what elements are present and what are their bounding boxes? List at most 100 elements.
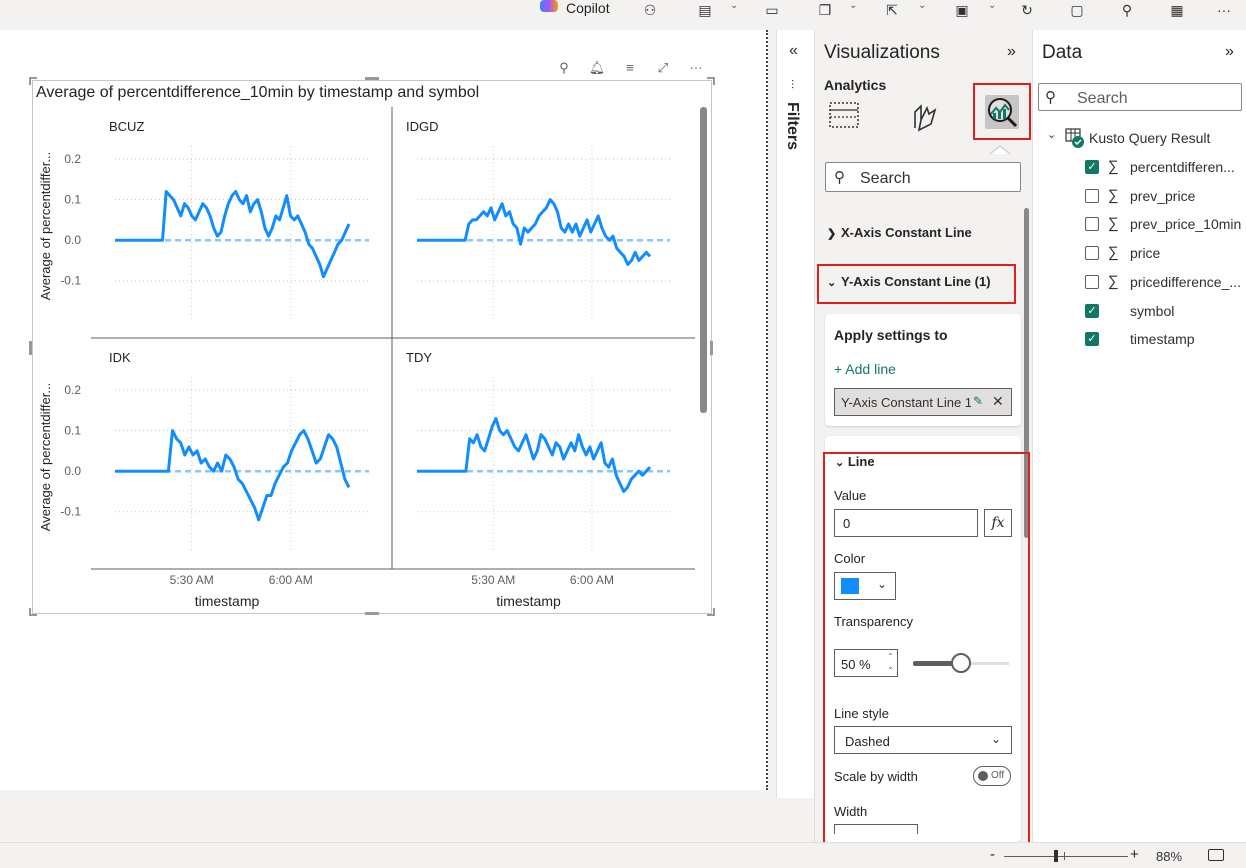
field-item[interactable]: ✓ timestamp [1085, 329, 1246, 351]
search-icon: ⚲ [834, 169, 845, 186]
constant-line-chip[interactable]: Y-Axis Constant Line 1 ✎ ✕ [834, 388, 1012, 416]
zoom-out-button[interactable]: - [990, 846, 995, 863]
line-section-highlight [823, 452, 1030, 844]
y-tick-label: 0.1 [64, 193, 81, 207]
checkbox-checked[interactable]: ✓ [1085, 303, 1099, 318]
sigma-icon: ∑ [1108, 272, 1119, 290]
filters-label[interactable]: Filters [783, 102, 801, 150]
x-tick-label: 6:00 AM [269, 573, 313, 587]
zoom-slider-thumb[interactable] [1054, 850, 1058, 862]
filter-funnel-icon: ⫶ [791, 78, 795, 92]
resize-handle[interactable] [710, 341, 713, 355]
copy-icon[interactable]: ❐ [815, 0, 835, 20]
y-tick-label: -0.1 [60, 505, 81, 519]
line-chart-visual[interactable]: BCUZ 0.2 0.1 0.0 -0.1 Average of percentdiffe… [32, 80, 712, 614]
selected-tab-pointer-icon [990, 145, 1010, 155]
resize-handle[interactable] [707, 608, 715, 616]
panel-title: IDK [109, 350, 131, 365]
zoom-percentage: 88% [1156, 849, 1183, 864]
field-item[interactable]: ✓ ∑ percentdifferen... [1085, 157, 1246, 179]
field-item[interactable]: ∑ prev_price_10min [1085, 214, 1246, 236]
pin-icon[interactable]: ⚲ [555, 59, 573, 77]
field-item[interactable]: ∑ prev_price [1085, 186, 1246, 208]
notes-icon[interactable]: ▭ [762, 0, 782, 20]
status-bar: - + 88% [0, 842, 1246, 868]
canvas-footer [0, 790, 776, 840]
sigma-icon: ∑ [1108, 244, 1119, 262]
share-icon[interactable]: ⇱ [882, 0, 902, 20]
checkbox[interactable] [1085, 217, 1099, 232]
series-line-idk [115, 429, 351, 522]
resize-handle[interactable] [365, 77, 379, 80]
checkbox-checked[interactable]: ✓ [1085, 332, 1099, 347]
sigma-icon: ∑ [1108, 158, 1119, 175]
visualizations-title: Visualizations [824, 42, 940, 63]
more-icon[interactable]: ··· [1214, 0, 1234, 20]
x-axis-label: timestamp [195, 593, 260, 609]
binoculars-icon[interactable]: ⚇ [640, 0, 660, 20]
fit-to-page-icon[interactable] [1208, 849, 1224, 861]
top-toolbar: Copilot ⚇ ▤ ⌄ ▭ ❐ ⌄ ⇱ ⌄ ▣ ⌄ ↻ ▢ ⚲ ▦ ··· [0, 0, 1246, 30]
analytics-tab[interactable] [985, 95, 1019, 129]
series-line-bcuz [115, 190, 351, 279]
save-icon[interactable]: ▢ [1067, 0, 1087, 20]
resize-handle[interactable] [365, 612, 379, 615]
y-tick-label: 0.1 [64, 424, 81, 438]
close-icon[interactable]: ✕ [992, 393, 1004, 410]
apply-settings-card: Apply settings to + Add line Y-Axis Cons… [825, 314, 1021, 426]
build-visual-icon[interactable] [825, 98, 865, 138]
field-label: symbol [1130, 302, 1175, 319]
copilot-button[interactable]: Copilot [566, 0, 610, 16]
x-axis-constant-line-section[interactable]: ❯ X-Axis Constant Line [827, 225, 972, 240]
expand-icon[interactable]: » [1225, 43, 1234, 61]
y-tick-label: 0.0 [64, 233, 81, 247]
chevron-down-icon[interactable]: ⌄ [918, 0, 926, 11]
chevron-right-icon: ❯ [827, 228, 837, 240]
resize-handle[interactable] [29, 341, 32, 355]
refresh-icon[interactable]: ↻ [1017, 0, 1037, 20]
checkbox[interactable] [1085, 188, 1099, 203]
checkbox-checked[interactable]: ✓ [1085, 160, 1099, 174]
bell-icon[interactable]: 🔔︎ [588, 59, 606, 77]
focus-mode-icon[interactable]: ⤢ [654, 59, 672, 77]
chevron-down-icon[interactable]: ⌄ [730, 0, 738, 11]
more-options-icon[interactable]: ··· [687, 59, 705, 77]
copilot-icon[interactable] [540, 0, 558, 12]
resize-handle[interactable] [29, 608, 37, 616]
data-search-input[interactable]: ⚲ Search [1038, 83, 1242, 111]
chevron-down-icon[interactable]: ⌄ [849, 0, 857, 11]
x-axis-label: timestamp [496, 593, 561, 609]
visual-scrollbar [700, 107, 707, 413]
y-axis-constant-line-section[interactable]: ⌄ Y-Axis Constant Line (1) [827, 274, 991, 289]
filter-icon[interactable]: ≡ [621, 59, 639, 77]
checkbox[interactable] [1085, 274, 1099, 289]
x-tick-label: 6:00 AM [570, 573, 614, 587]
data-pane: Data » ⚲ Search ⌄ Kusto Query Result ✓ ∑ p… [1032, 30, 1246, 842]
comment-icon[interactable]: ▤ [695, 0, 715, 20]
visualizations-search-input[interactable]: ⚲ Search [825, 162, 1021, 192]
filters-pane-collapsed[interactable]: « ⫶ Filters [776, 30, 814, 798]
y-axis-label: Average of percentdiffer... [38, 152, 53, 300]
teams-icon[interactable]: ▦ [1167, 0, 1187, 20]
add-line-button[interactable]: + Add line [834, 361, 896, 377]
pin-icon[interactable]: ⚲ [1117, 0, 1137, 20]
field-item[interactable]: ✓ symbol [1085, 301, 1246, 323]
zoom-slider-track[interactable] [1004, 856, 1128, 857]
format-visual-icon[interactable] [905, 98, 945, 138]
checkbox[interactable] [1085, 246, 1099, 261]
collapse-icon[interactable]: « [789, 42, 798, 60]
chevron-down-icon[interactable]: ⌄ [988, 0, 996, 11]
search-placeholder: Search [860, 170, 911, 187]
x-tick-label: 5:30 AM [471, 573, 515, 587]
zoom-in-button[interactable]: + [1130, 846, 1139, 863]
field-label: price [1130, 245, 1161, 262]
resize-handle[interactable] [707, 77, 715, 85]
edit-pencil-icon[interactable]: ✎ [973, 394, 983, 408]
chart-title: Average of percentdifference_10min by ti… [36, 84, 480, 101]
field-item[interactable]: ∑ pricedifference_... [1085, 272, 1246, 294]
field-item[interactable]: ∑ price [1085, 243, 1246, 265]
table-tree-node[interactable]: ⌄ Kusto Query Result [1047, 128, 1246, 150]
subscribe-icon[interactable]: ▣ [952, 0, 972, 20]
chevron-down-icon: ⌄ [827, 277, 837, 289]
expand-icon[interactable]: » [1007, 43, 1016, 61]
